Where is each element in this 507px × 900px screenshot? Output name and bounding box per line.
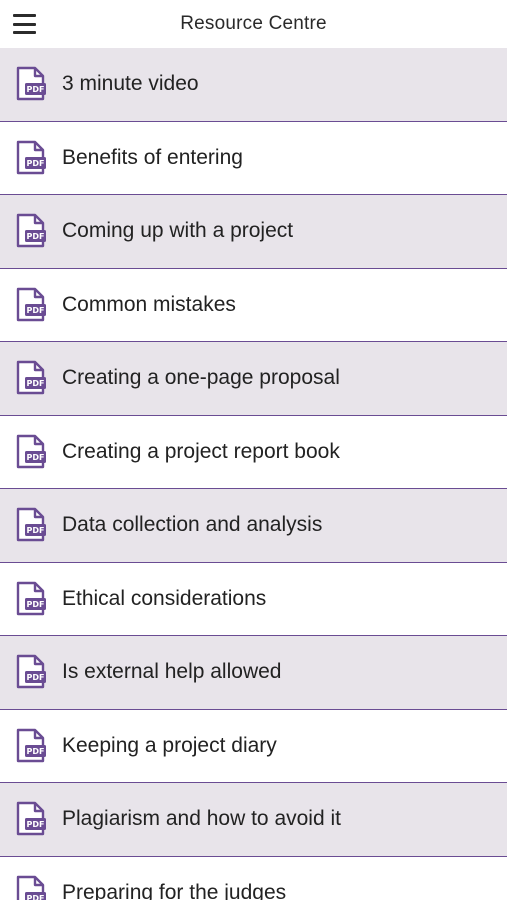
pdf-badge-text: PDF — [27, 306, 45, 315]
list-item[interactable]: PDF Coming up with a project — [0, 195, 507, 269]
list-item-label: 3 minute video — [62, 72, 199, 96]
pdf-badge-text: PDF — [27, 85, 45, 94]
list-item-label: Benefits of entering — [62, 145, 243, 169]
list-item[interactable]: PDF Plagiarism and how to avoid it — [0, 783, 507, 857]
pdf-document-icon: PDF — [15, 875, 47, 900]
list-item-label: Data collection and analysis — [62, 513, 323, 537]
pdf-badge-text: PDF — [27, 379, 45, 388]
list-item[interactable]: PDF Common mistakes — [0, 268, 507, 342]
list-item[interactable]: PDF Preparing for the judges — [0, 856, 507, 900]
pdf-badge-text: PDF — [27, 453, 45, 462]
pdf-badge-text: PDF — [27, 894, 45, 900]
pdf-document-icon: PDF — [15, 287, 47, 323]
list-item-label: Is external help allowed — [62, 660, 282, 684]
list-item[interactable]: PDF Ethical considerations — [0, 562, 507, 636]
hamburger-menu-icon[interactable] — [13, 14, 36, 34]
list-item[interactable]: PDF Benefits of entering — [0, 121, 507, 195]
list-item[interactable]: PDF Creating a one-page proposal — [0, 342, 507, 416]
list-item-label: Keeping a project diary — [62, 733, 277, 757]
pdf-document-icon: PDF — [15, 213, 47, 249]
pdf-badge-text: PDF — [27, 673, 45, 682]
pdf-badge-text: PDF — [27, 159, 45, 168]
pdf-badge-text: PDF — [27, 526, 45, 535]
pdf-document-icon: PDF — [15, 434, 47, 470]
pdf-document-icon: PDF — [15, 728, 47, 764]
pdf-document-icon: PDF — [15, 140, 47, 176]
page-title: Resource Centre — [180, 13, 327, 34]
list-item-label: Creating a one-page proposal — [62, 366, 340, 390]
list-item-label: Ethical considerations — [62, 586, 267, 610]
list-item[interactable]: PDF Data collection and analysis — [0, 489, 507, 563]
pdf-badge-text: PDF — [27, 820, 45, 829]
pdf-document-icon: PDF — [15, 654, 47, 690]
list-item-label: Creating a project report book — [62, 439, 340, 463]
pdf-document-icon: PDF — [15, 801, 47, 837]
pdf-badge-text: PDF — [27, 747, 45, 756]
list-item-label: Plagiarism and how to avoid it — [62, 807, 341, 831]
pdf-document-icon: PDF — [15, 507, 47, 543]
list-item-label: Common mistakes — [62, 292, 236, 316]
header-bar: Resource Centre — [0, 0, 507, 48]
list-item[interactable]: PDF Creating a project report book — [0, 415, 507, 489]
pdf-document-icon: PDF — [15, 360, 47, 396]
pdf-badge-text: PDF — [27, 232, 45, 241]
pdf-document-icon: PDF — [15, 66, 47, 102]
app-root: Resource Centre PDF 3 minute video PDF Bene… — [0, 0, 507, 900]
list-item-label: Preparing for the judges — [62, 880, 287, 900]
list-item-label: Coming up with a project — [62, 219, 294, 243]
pdf-document-icon: PDF — [15, 581, 47, 617]
list-item[interactable]: PDF Keeping a project diary — [0, 709, 507, 783]
pdf-badge-text: PDF — [27, 600, 45, 609]
list-item[interactable]: PDF 3 minute video — [0, 48, 507, 122]
resource-list: PDF 3 minute video PDF Benefits of entering… — [0, 48, 507, 900]
list-item[interactable]: PDF Is external help allowed — [0, 636, 507, 710]
